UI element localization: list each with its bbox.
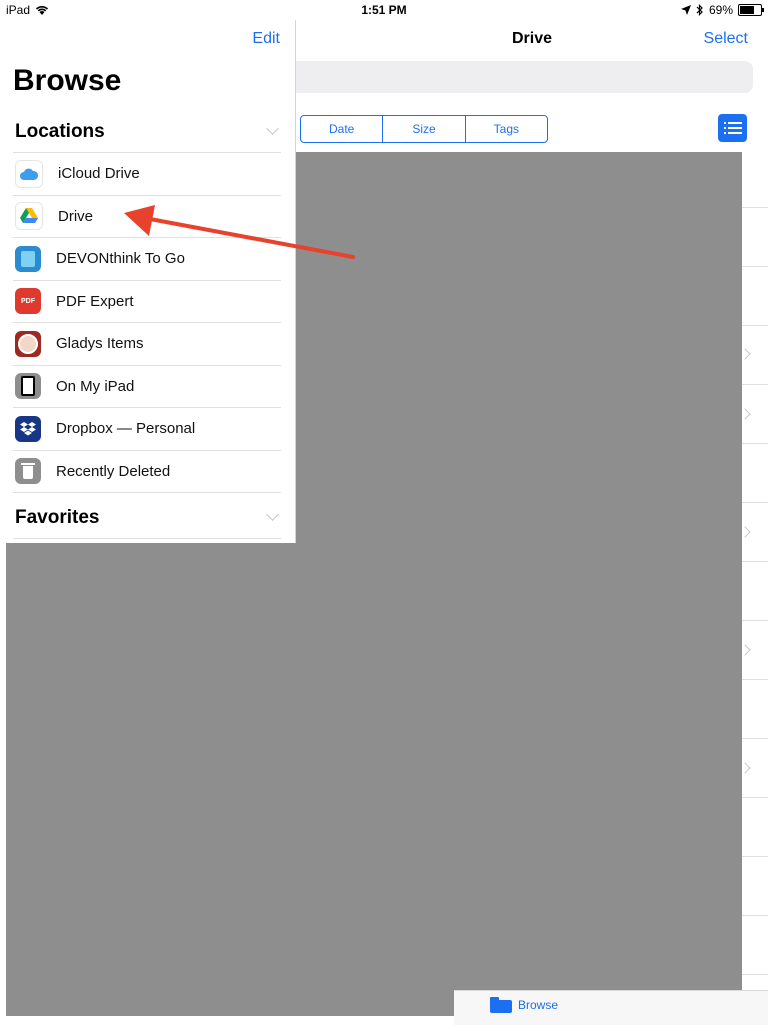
annotation-arrow — [124, 205, 355, 259]
